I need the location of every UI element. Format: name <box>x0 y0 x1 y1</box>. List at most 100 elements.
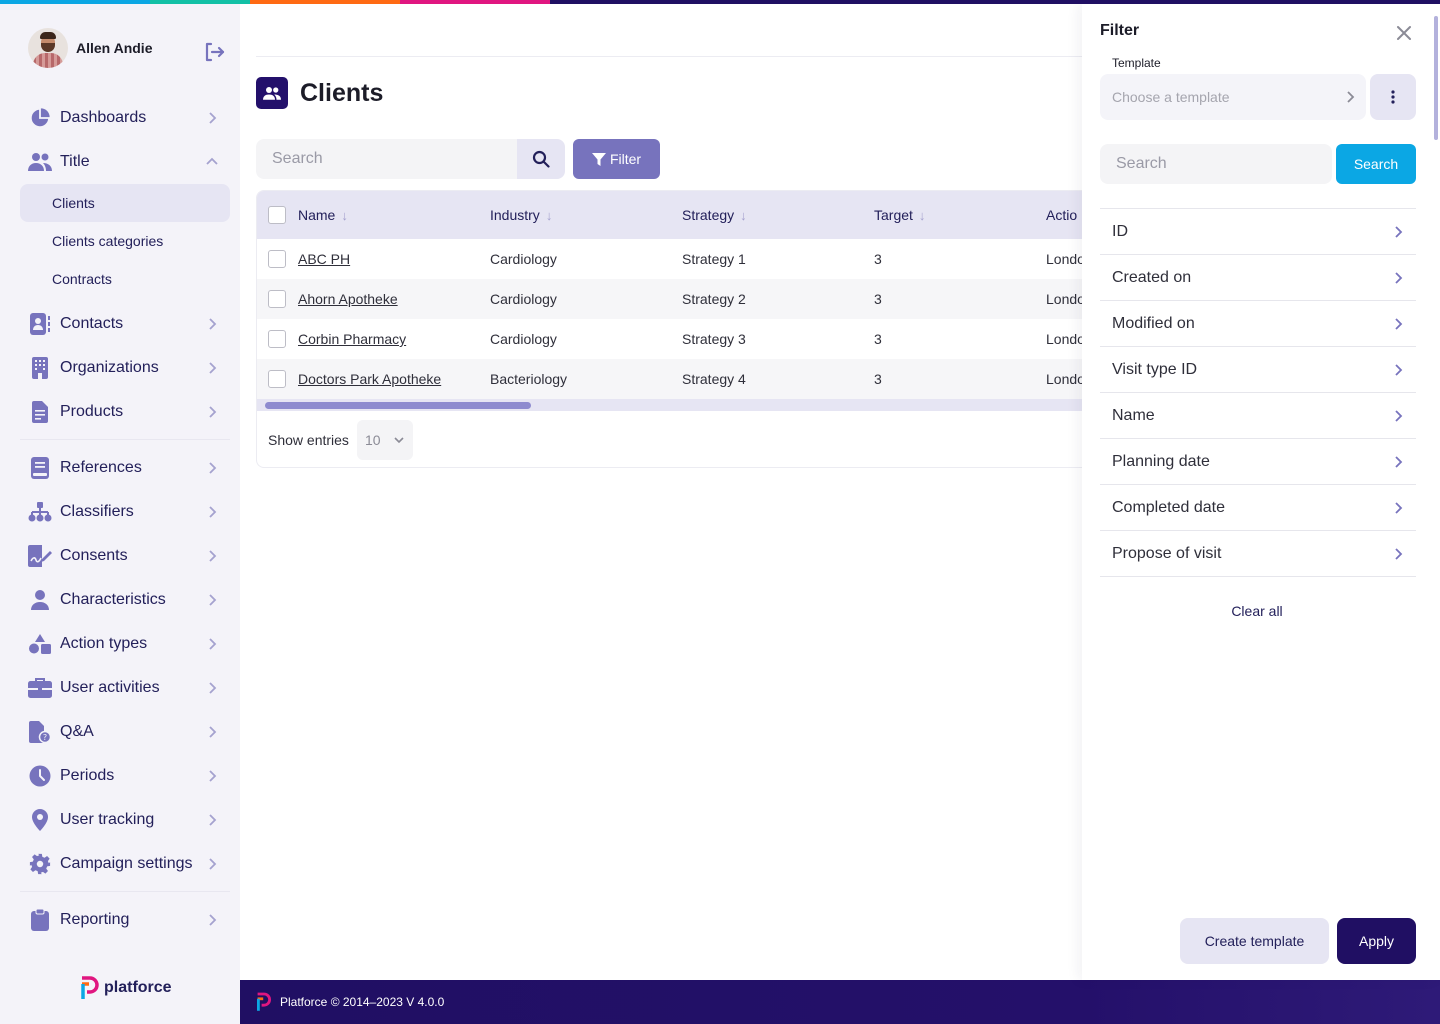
sidebar-item-label: Action types <box>60 635 148 652</box>
clipboard-icon <box>28 908 52 932</box>
color-segment <box>200 0 250 4</box>
filter-field-modified-on[interactable]: Modified on <box>1100 301 1416 347</box>
entries-select[interactable]: 10 <box>356 420 413 460</box>
location-pin-icon <box>28 808 52 832</box>
avatar[interactable] <box>28 28 68 68</box>
search-icon <box>532 150 550 168</box>
scrollbar-thumb[interactable] <box>265 402 531 409</box>
filter-field-completed-date[interactable]: Completed date <box>1100 485 1416 531</box>
sidebar-item-contacts[interactable]: Contacts <box>20 302 230 346</box>
users-icon <box>28 150 52 174</box>
sidebar-item-reporting[interactable]: Reporting <box>20 898 230 942</box>
filter-search-button[interactable]: Search <box>1336 144 1416 184</box>
filter-field-name[interactable]: Name <box>1100 393 1416 439</box>
column-header-target[interactable]: Target ↓ <box>874 207 925 223</box>
sidebar: Allen Andie Dashboards Title Clients Cli… <box>0 4 240 1024</box>
sidebar-item-classifiers[interactable]: Classifiers <box>20 490 230 534</box>
close-icon[interactable] <box>1394 23 1414 43</box>
sidebar-item-products[interactable]: Products <box>20 390 230 434</box>
book-icon <box>28 456 52 480</box>
target-cell: 3 <box>874 331 882 347</box>
table-row[interactable]: Corbin Pharmacy Cardiology Strategy 3 3 … <box>257 319 1082 359</box>
chevron-down-icon <box>394 437 404 444</box>
sidebar-item-characteristics[interactable]: Characteristics <box>20 578 230 622</box>
user-profile[interactable]: Allen Andie <box>28 28 228 68</box>
template-select[interactable]: Choose a template <box>1100 74 1366 120</box>
template-placeholder: Choose a template <box>1112 89 1230 105</box>
column-header-strategy[interactable]: Strategy ↓ <box>682 207 747 223</box>
create-template-button[interactable]: Create template <box>1180 918 1329 964</box>
table-row[interactable]: Ahorn Apotheke Cardiology Strategy 2 3 L… <box>257 279 1082 319</box>
sidebar-item-qa[interactable]: ? Q&A <box>20 710 230 754</box>
show-entries-label: Show entries <box>268 432 349 448</box>
clock-icon <box>28 764 52 788</box>
sidebar-item-user-activities[interactable]: User activities <box>20 666 230 710</box>
sidebar-item-title[interactable]: Title <box>20 140 230 184</box>
filter-search-input[interactable] <box>1100 144 1332 184</box>
sidebar-item-label: Reporting <box>60 911 130 928</box>
search-input[interactable] <box>256 139 517 179</box>
row-checkbox[interactable] <box>268 370 286 388</box>
row-checkbox[interactable] <box>268 330 286 348</box>
sidebar-item-label: Dashboards <box>60 109 147 126</box>
filter-field-id[interactable]: ID <box>1100 209 1416 255</box>
sidebar-item-dashboards[interactable]: Dashboards <box>20 96 230 140</box>
person-icon <box>28 588 52 612</box>
chevron-right-icon <box>1347 91 1355 103</box>
chevron-right-icon <box>209 682 217 694</box>
sidebar-subitem-contracts[interactable]: Contracts <box>20 260 230 298</box>
sidebar-item-action-types[interactable]: Action types <box>20 622 230 666</box>
search-button[interactable] <box>517 139 565 179</box>
contact-book-icon <box>28 312 52 336</box>
sidebar-item-periods[interactable]: Periods <box>20 754 230 798</box>
select-all-checkbox[interactable] <box>268 206 286 224</box>
sidebar-item-campaign-settings[interactable]: Campaign settings <box>20 842 230 886</box>
chevron-right-icon <box>209 112 217 124</box>
client-name-link[interactable]: Doctors Park Apotheke <box>298 371 441 387</box>
filter-field-list: ID Created on Modified on Visit type ID … <box>1100 208 1416 577</box>
template-more-button[interactable] <box>1370 74 1416 120</box>
filter-field-planning-date[interactable]: Planning date <box>1100 439 1416 485</box>
row-checkbox[interactable] <box>268 250 286 268</box>
action-cell: Londo <box>1046 371 1082 387</box>
sidebar-item-consents[interactable]: Consents <box>20 534 230 578</box>
table-row[interactable]: ABC PH Cardiology Strategy 1 3 Londo <box>257 239 1082 279</box>
chevron-right-icon <box>209 594 217 606</box>
client-name-link[interactable]: Corbin Pharmacy <box>298 331 406 347</box>
sidebar-item-label: User activities <box>60 679 160 696</box>
sort-down-icon: ↓ <box>740 208 747 223</box>
sort-down-icon: ↓ <box>545 208 553 223</box>
template-label: Template <box>1112 56 1161 70</box>
table-row[interactable]: Doctors Park Apotheke Bacteriology Strat… <box>257 359 1082 399</box>
filter-field-visit-type-id[interactable]: Visit type ID <box>1100 347 1416 393</box>
field-label: Planning date <box>1112 452 1210 470</box>
sidebar-item-label: Q&A <box>60 723 94 740</box>
sidebar-item-references[interactable]: References <box>20 446 230 490</box>
nav-divider <box>20 439 230 440</box>
sidebar-item-organizations[interactable]: Organizations <box>20 346 230 390</box>
chevron-right-icon <box>209 726 217 738</box>
sidebar-subitem-clients-categories[interactable]: Clients categories <box>20 222 230 260</box>
footer: Platforce © 2014–2023 V 4.0.0 <box>240 980 1440 1024</box>
panel-scrollbar[interactable] <box>1434 16 1438 140</box>
entries-value: 10 <box>364 432 381 448</box>
apply-button[interactable]: Apply <box>1337 918 1416 964</box>
column-header-industry[interactable]: Industry ↓ <box>490 207 552 223</box>
row-checkbox[interactable] <box>268 290 286 308</box>
column-header-name[interactable]: Name ↓ <box>298 207 348 223</box>
sidebar-item-user-tracking[interactable]: User tracking <box>20 798 230 842</box>
clear-all-button[interactable]: Clear all <box>1082 603 1432 619</box>
strategy-cell: Strategy 2 <box>682 291 746 307</box>
filter-field-created-on[interactable]: Created on <box>1100 255 1416 301</box>
horizontal-scrollbar[interactable] <box>257 399 1082 411</box>
column-header-action[interactable]: Actio <box>1046 207 1077 223</box>
filter-button[interactable]: Filter <box>573 139 660 179</box>
document-icon <box>28 400 52 424</box>
client-name-link[interactable]: Ahorn Apotheke <box>298 291 398 307</box>
client-name-link[interactable]: ABC PH <box>298 251 350 267</box>
sidebar-subitem-clients[interactable]: Clients <box>20 184 230 222</box>
logout-icon[interactable] <box>202 40 226 64</box>
chevron-right-icon <box>209 506 217 518</box>
sidebar-item-label: Products <box>60 403 124 420</box>
filter-field-propose-of-visit[interactable]: Propose of visit <box>1100 531 1416 577</box>
